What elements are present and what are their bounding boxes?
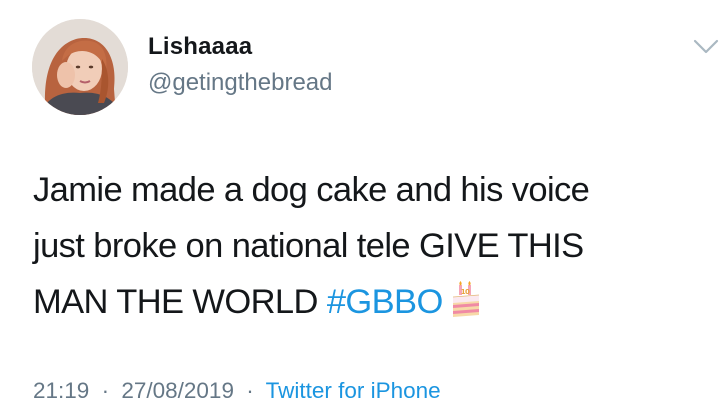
tweet-card: Lishaaaa @getingthebread Jamie made a do… <box>0 0 727 407</box>
user-handle[interactable]: @getingthebread <box>148 69 333 97</box>
tweet-meta: 21:19 · 27/08/2019 · Twitter for iPhone <box>33 378 441 404</box>
tweet-text-line: Jamie made a dog cake and his voice <box>33 171 590 209</box>
tweet-date[interactable]: 27/08/2019 <box>121 378 234 403</box>
avatar[interactable] <box>32 19 128 115</box>
meta-separator: · <box>101 378 110 403</box>
tweet-text-segment: MAN THE WORLD <box>33 283 318 321</box>
chevron-down-icon[interactable] <box>693 38 719 56</box>
tweet-text: Jamie made a dog cake and his voice just… <box>33 162 713 330</box>
tweet-time[interactable]: 21:19 <box>33 378 89 403</box>
tweet-source-link[interactable]: Twitter for iPhone <box>266 378 441 403</box>
avatar-photo <box>32 19 128 115</box>
display-name[interactable]: Lishaaaa <box>148 33 252 61</box>
tweet-text-line: MAN THE WORLD #GBBO 10 <box>33 274 713 330</box>
tweet-text-line: just broke on national tele GIVE THIS <box>33 227 584 265</box>
svg-text:10: 10 <box>460 288 469 296</box>
birthday-cake-icon: 10 <box>451 280 481 318</box>
meta-separator: · <box>246 378 254 403</box>
hashtag-link[interactable]: #GBBO <box>327 283 443 321</box>
